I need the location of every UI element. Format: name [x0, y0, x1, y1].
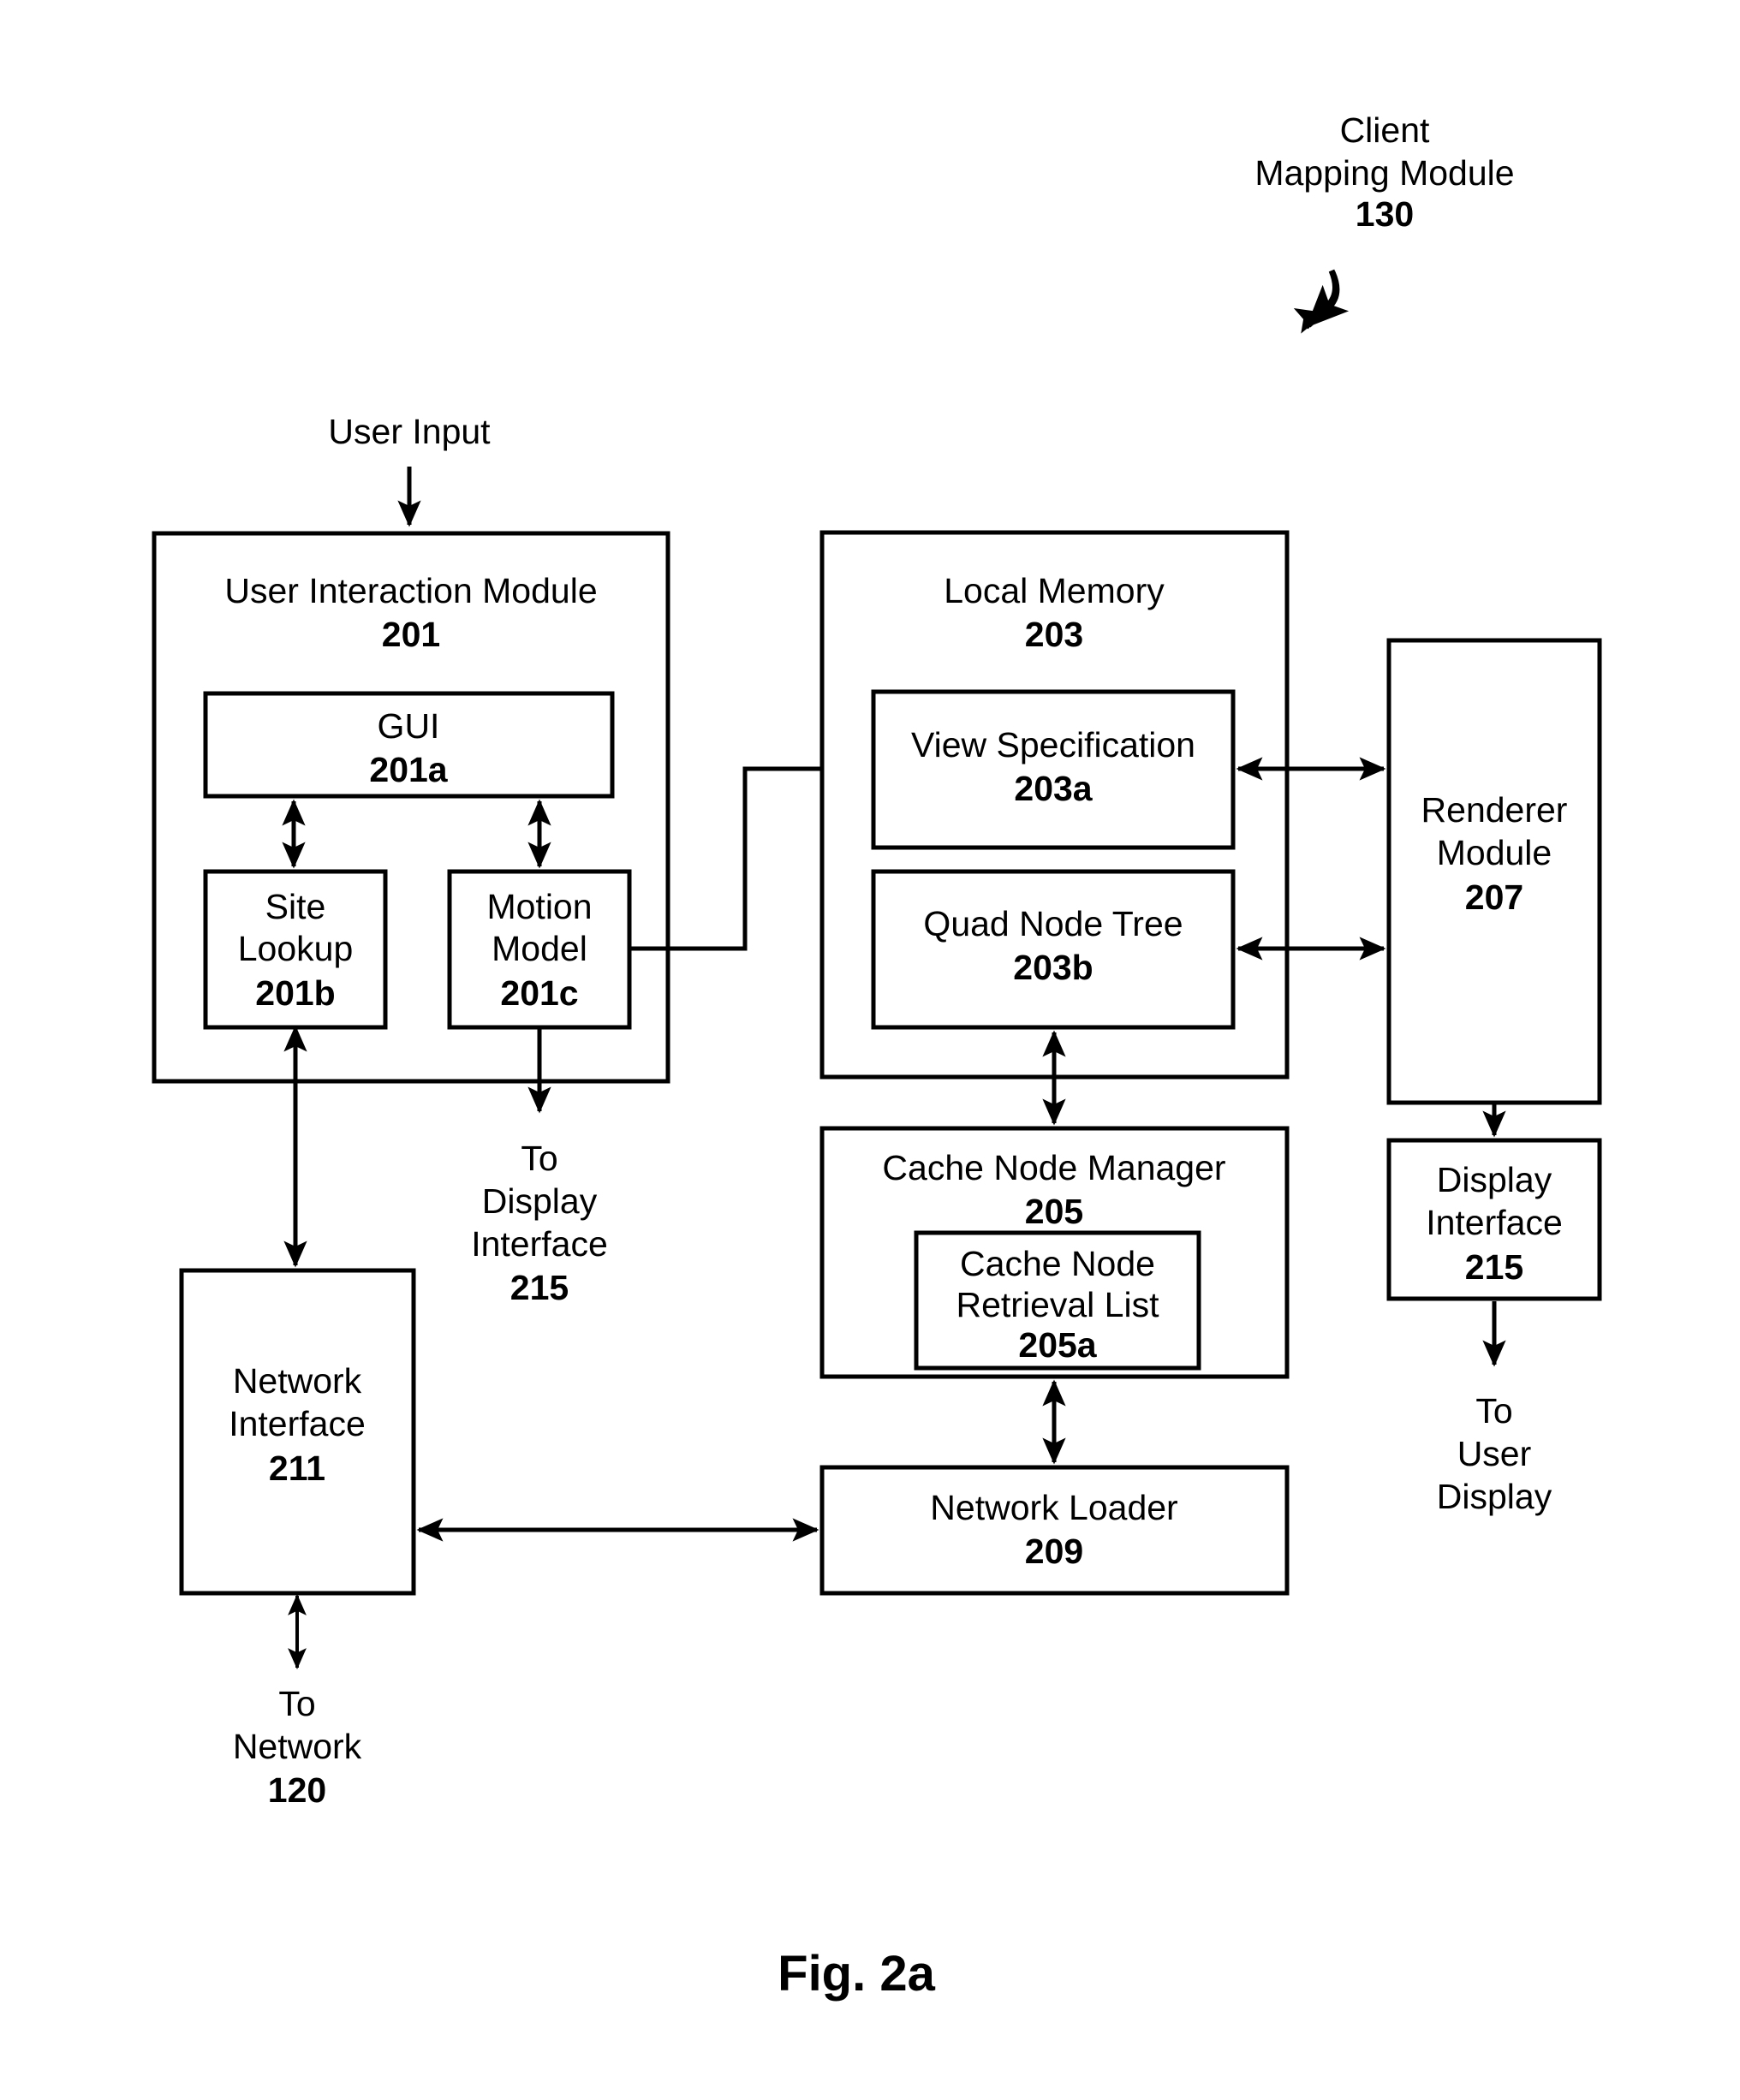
renderer-module-line2: Module — [1437, 833, 1552, 872]
network-loader-block: Network Loader 209 — [819, 1465, 1290, 1596]
cache-node-retrieval-list-line1: Cache Node — [960, 1244, 1155, 1283]
network-interface-line2: Interface — [229, 1404, 366, 1443]
header-line1: Client — [1340, 110, 1430, 150]
view-specification-title: View Specification — [911, 725, 1195, 764]
patent-figure-2a: Client Mapping Module 130 User Input Use… — [0, 0, 1740, 2100]
renderer-module-ref: 207 — [1465, 877, 1523, 917]
network-loader-ref: 209 — [1025, 1532, 1083, 1571]
motion-model-line1: Motion — [486, 887, 592, 926]
local-memory-ref: 203 — [1025, 615, 1083, 654]
quad-node-tree-ref: 203b — [1013, 948, 1093, 987]
to-network-ref: 120 — [268, 1770, 326, 1810]
cache-node-retrieval-list-ref: 205a — [1018, 1325, 1097, 1365]
display-interface-line1: Display — [1437, 1160, 1552, 1199]
to-display-interface-line1: To — [521, 1139, 557, 1178]
quad-node-tree-title: Quad Node Tree — [923, 904, 1183, 943]
renderer-module-block: Renderer Module 207 — [1386, 638, 1602, 1105]
motion-model-line2: Model — [492, 929, 587, 968]
to-user-display-line2: User — [1457, 1434, 1532, 1473]
site-lookup-line1: Site — [265, 887, 326, 926]
user-input-group: User Input — [328, 412, 491, 527]
header-ref: 130 — [1356, 194, 1414, 234]
to-network-label-group: To Network 120 — [233, 1684, 362, 1810]
display-interface-block: Display Interface 215 — [1386, 1138, 1602, 1301]
to-user-display-label-group: To User Display — [1437, 1391, 1552, 1516]
site-lookup-line2: Lookup — [238, 929, 354, 968]
view-specification-ref: 203a — [1014, 769, 1093, 808]
to-user-display-line1: To — [1475, 1391, 1512, 1431]
gui-title: GUI — [378, 706, 440, 746]
to-display-interface-line2: Display — [482, 1181, 598, 1221]
network-interface-ref: 211 — [269, 1449, 325, 1488]
display-interface-ref: 215 — [1465, 1247, 1523, 1287]
to-network-line2: Network — [233, 1727, 362, 1766]
to-network-line1: To — [278, 1684, 315, 1723]
header-line2: Mapping Module — [1254, 153, 1514, 193]
local-memory-title: Local Memory — [944, 571, 1165, 610]
user-interaction-module-ref: 201 — [382, 615, 440, 654]
network-loader-outline — [819, 1465, 1290, 1596]
to-display-interface-line3: Interface — [471, 1224, 608, 1264]
to-display-interface-label-group: To Display Interface 215 — [471, 1139, 608, 1307]
to-user-display-line3: Display — [1437, 1477, 1552, 1516]
cache-node-manager-ref: 205 — [1025, 1192, 1083, 1231]
figure-caption: Fig. 2a — [778, 1946, 935, 2002]
cache-node-retrieval-list-line2: Retrieval List — [956, 1285, 1160, 1324]
cache-node-manager-block: Cache Node Manager 205 Cache Node Retrie… — [819, 1126, 1290, 1379]
network-interface-line1: Network — [233, 1361, 362, 1401]
user-interaction-module-title: User Interaction Module — [224, 571, 597, 610]
gui-ref: 201a — [369, 750, 448, 789]
local-memory-block: Local Memory 203 View Specification 203a… — [819, 530, 1290, 1080]
block-diagram-canvas: Client Mapping Module 130 User Input Use… — [152, 110, 1602, 2002]
display-interface-line2: Interface — [1426, 1203, 1563, 1242]
user-interaction-module-block: User Interaction Module 201 GUI 201a Sit… — [152, 531, 670, 1084]
network-interface-block: Network Interface 211 — [179, 1268, 416, 1596]
figure-header-group: Client Mapping Module 130 — [1254, 110, 1515, 334]
cache-node-manager-title: Cache Node Manager — [882, 1148, 1225, 1187]
motion-model-ref: 201c — [500, 973, 578, 1013]
renderer-module-line1: Renderer — [1421, 790, 1568, 830]
site-lookup-ref: 201b — [255, 973, 335, 1013]
user-input-label: User Input — [328, 412, 491, 451]
network-loader-title: Network Loader — [930, 1488, 1177, 1527]
to-display-interface-ref: 215 — [510, 1268, 569, 1307]
